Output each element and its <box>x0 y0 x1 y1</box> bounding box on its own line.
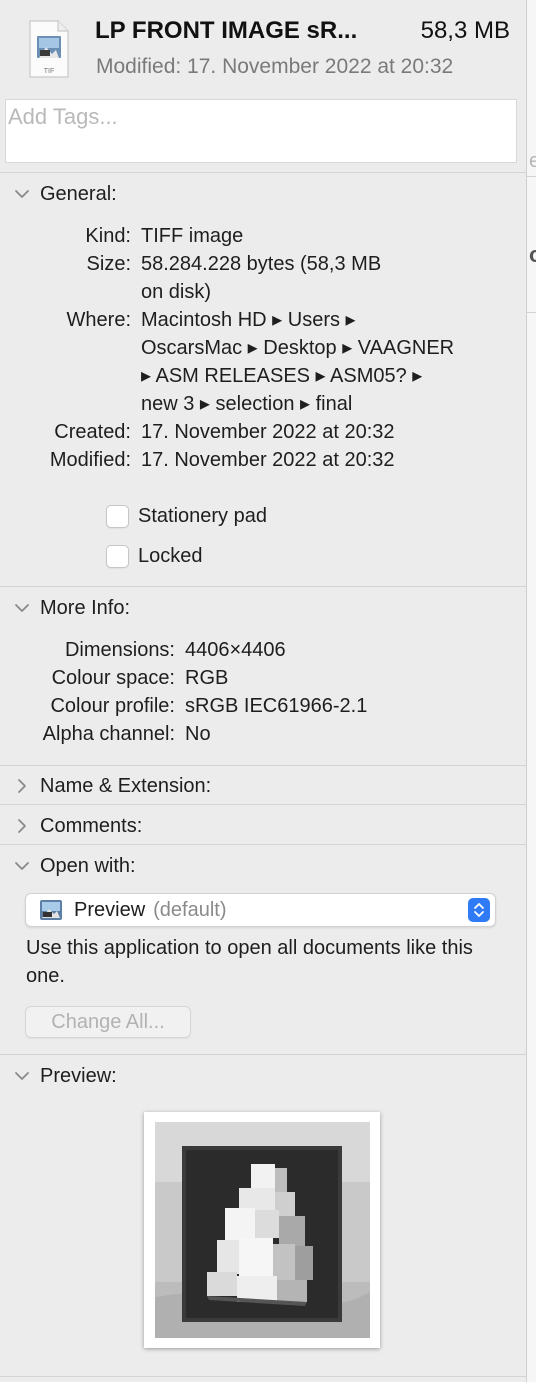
svg-text:TIF: TIF <box>44 68 55 75</box>
open-with-default-label: (default) <box>153 898 227 921</box>
where-path-line-2: OscarsMac ▸ Desktop ▸ VAAGNER <box>141 337 455 359</box>
stationery-pad-checkbox-row[interactable]: Stationery pad <box>106 503 267 529</box>
section-comments-toggle[interactable]: Comments: <box>12 812 142 840</box>
section-more-info-toggle[interactable]: More Info: <box>12 594 130 622</box>
modified-summary: Modified: 17. November 2022 at 20:32 <box>96 55 454 78</box>
section-general-toggle[interactable]: General: <box>12 180 117 208</box>
colour-profile-label: Colour profile: <box>50 695 175 717</box>
section-name-extension-toggle[interactable]: Name & Extension: <box>12 772 211 800</box>
background-window-edge-text: o <box>529 242 536 268</box>
chevron-right-icon <box>12 816 34 836</box>
preview-image <box>155 1122 370 1338</box>
created-value: 17. November 2022 at 20:32 <box>141 421 395 443</box>
where-path-line-4: new 3 ▸ selection ▸ final <box>141 393 353 415</box>
tags-input[interactable] <box>6 100 516 134</box>
chevron-right-icon <box>12 776 34 796</box>
divider <box>0 1376 526 1377</box>
chevron-down-icon <box>12 184 34 204</box>
created-label: Created: <box>54 421 131 443</box>
open-with-description: Use this application to open all documen… <box>26 937 473 987</box>
modified-value: 17. November 2022 at 20:32 <box>141 449 395 471</box>
popup-stepper-icon <box>468 898 490 922</box>
more-info-details: Dimensions: 4406×4406 Colour space: RGB … <box>0 636 526 756</box>
stationery-pad-label: Stationery pad <box>138 504 267 527</box>
locked-checkbox[interactable] <box>106 544 129 568</box>
alpha-channel-label: Alpha channel: <box>42 723 175 745</box>
section-preview-heading: Preview: <box>40 1064 117 1087</box>
change-all-button[interactable]: Change All... <box>25 1006 191 1038</box>
chevron-down-icon <box>12 598 34 618</box>
locked-label: Locked <box>138 544 203 567</box>
where-path-line-1: Macintosh HD ▸ Users ▸ <box>141 309 356 331</box>
background-window-edge: e o <box>526 0 536 1382</box>
general-details: Kind: TIFF image Size: 58.284.228 bytes … <box>0 222 526 482</box>
preview-thumbnail <box>144 1112 380 1348</box>
dimensions-label: Dimensions: <box>64 639 175 661</box>
section-open-with-toggle[interactable]: Open with: <box>12 852 136 880</box>
stationery-pad-checkbox[interactable] <box>106 504 129 528</box>
open-with-app-popup[interactable]: Preview (default) <box>25 893 496 927</box>
locked-checkbox-row[interactable]: Locked <box>106 543 203 569</box>
info-panel: TIF LP FRONT IMAGE sR... 58,3 MB Modifie… <box>0 0 526 1382</box>
dimensions-value: 4406×4406 <box>185 639 286 661</box>
size-value-cont: on disk) <box>141 281 212 303</box>
kind-value: TIFF image <box>141 225 244 247</box>
preview-app-icon <box>38 897 64 923</box>
colour-space-value: RGB <box>185 667 229 689</box>
tiff-file-icon: TIF <box>28 20 70 78</box>
modified-label: Modified: <box>49 449 131 471</box>
kind-label: Kind: <box>85 225 131 247</box>
open-with-app-name: Preview <box>74 898 146 921</box>
header: TIF LP FRONT IMAGE sR... 58,3 MB Modifie… <box>0 0 526 96</box>
file-name-title: LP FRONT IMAGE sR... <box>95 17 358 44</box>
colour-space-label: Colour space: <box>51 667 175 689</box>
section-general-heading: General: <box>40 182 117 205</box>
where-path-line-3: ▸ ASM RELEASES ▸ ASM05? ▸ <box>141 365 423 387</box>
chevron-down-icon <box>12 856 34 876</box>
divider <box>0 804 526 805</box>
chevron-down-icon <box>12 1066 34 1086</box>
colour-profile-value: sRGB IEC61966-2.1 <box>185 695 368 717</box>
divider <box>0 586 526 587</box>
section-open-with-heading: Open with: <box>40 854 136 877</box>
background-window-edge-text: e <box>529 150 536 173</box>
alpha-channel-value: No <box>185 723 211 745</box>
section-more-info-heading: More Info: <box>40 596 131 619</box>
section-name-extension-heading: Name & Extension: <box>40 774 212 797</box>
file-size-summary: 58,3 MB <box>420 17 510 44</box>
tags-field-container <box>5 99 517 163</box>
where-label: Where: <box>66 309 131 331</box>
divider <box>0 172 526 173</box>
divider <box>527 312 536 313</box>
section-comments-heading: Comments: <box>40 814 143 837</box>
size-value: 58.284.228 bytes (58,3 MB <box>141 253 382 275</box>
divider <box>527 176 536 177</box>
divider <box>0 765 526 766</box>
divider <box>0 844 526 845</box>
section-preview-toggle[interactable]: Preview: <box>12 1062 117 1090</box>
size-label: Size: <box>86 253 131 275</box>
divider <box>0 1054 526 1055</box>
